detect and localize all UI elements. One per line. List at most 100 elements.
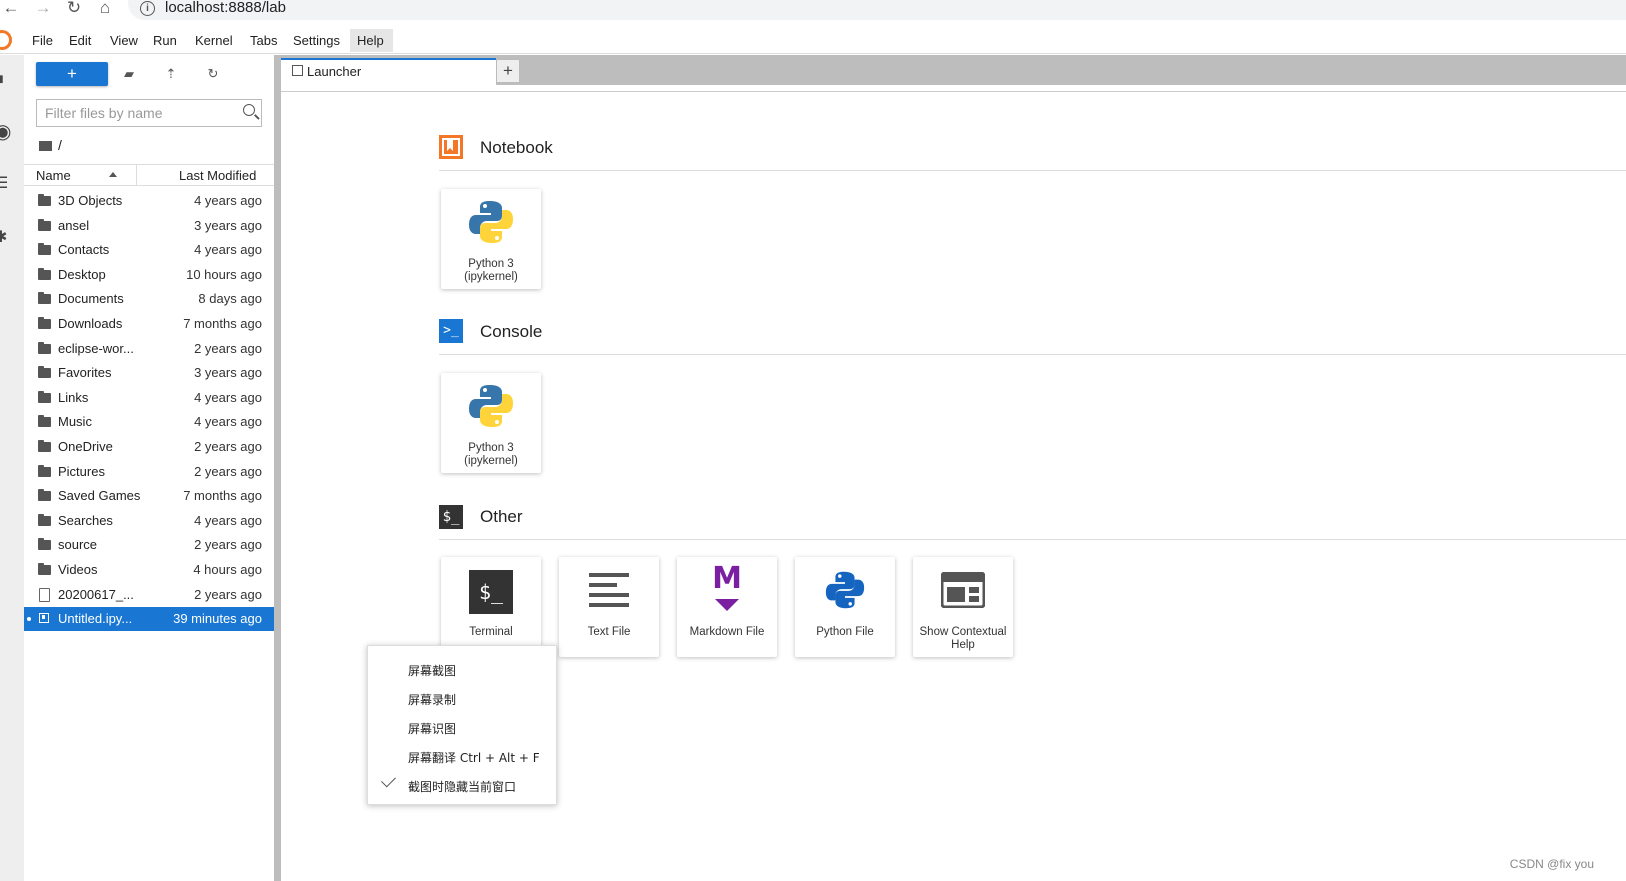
toc-icon[interactable]: ☰ (0, 176, 14, 192)
file-row[interactable]: Downloads 7 months ago (24, 312, 274, 336)
file-modified: 7 months ago (183, 488, 262, 504)
home-folder-icon[interactable] (39, 139, 52, 151)
file-row[interactable]: ansel 3 years ago (24, 214, 274, 238)
forward-icon[interactable]: → (32, 0, 54, 18)
card-label-line1: Show Contextual (919, 626, 1007, 638)
folder-icon (38, 194, 51, 206)
menu-settings[interactable]: Settings (290, 33, 343, 49)
file-row[interactable]: Searches 4 years ago (24, 509, 274, 533)
folder-icon (38, 440, 51, 452)
card-label-line2: Help (951, 639, 975, 651)
folder-icon (38, 390, 51, 403)
ctx-item-screen-record[interactable]: 屏幕录制 (408, 691, 456, 708)
other-section-title: Other (480, 507, 523, 526)
ctx-item-hide-window[interactable]: 截图时隐藏当前窗口 (408, 778, 516, 795)
menu-tabs[interactable]: Tabs (247, 33, 280, 49)
file-row[interactable]: Favorites 3 years ago (24, 361, 274, 385)
card-label-line2: (ipykernel) (464, 455, 518, 467)
new-folder-icon[interactable]: ▰ (120, 66, 138, 82)
menu-edit[interactable]: Edit (66, 33, 94, 49)
refresh-icon[interactable]: ↻ (204, 66, 222, 82)
filter-files-input[interactable] (45, 104, 235, 122)
file-modified: 39 minutes ago (173, 611, 262, 627)
file-row[interactable]: Videos 4 hours ago (24, 558, 274, 582)
notebook-section-divider (439, 170, 1626, 171)
folder-icon (38, 366, 51, 379)
menu-kernel[interactable]: Kernel (192, 33, 236, 49)
terminal-icon: $_ (469, 570, 513, 614)
launcher-tab-icon (292, 65, 303, 76)
tab-launcher-label[interactable]: Launcher (307, 64, 361, 79)
file-name: Pictures (58, 463, 105, 479)
file-modified: 4 years ago (194, 242, 262, 258)
file-name: 3D Objects (58, 193, 123, 208)
terminal-card[interactable]: $_ Terminal (441, 557, 541, 657)
context-menu: 屏幕截图 屏幕录制 屏幕识图 屏幕翻译 Ctrl + Alt + F 截图时隐藏… (367, 645, 557, 805)
new-launcher-button[interactable]: + (36, 62, 108, 86)
file-row[interactable]: source 2 years ago (24, 533, 274, 557)
menu-file[interactable]: File (29, 33, 56, 49)
file-row[interactable]: OneDrive 2 years ago (24, 435, 274, 459)
folder-icon (38, 267, 51, 280)
running-icon[interactable]: ◉ (0, 122, 14, 142)
folder-icon (38, 243, 51, 256)
file-name: Untitled.ipy... (58, 611, 133, 627)
file-row[interactable]: Documents 8 days ago (24, 287, 274, 311)
notebook-python3-card[interactable]: Python 3 (ipykernel) (441, 189, 541, 289)
folder-icon[interactable]: ■ (0, 72, 14, 88)
menu-view[interactable]: View (107, 33, 141, 49)
folder-icon (38, 563, 51, 575)
check-icon (381, 772, 396, 788)
python-file-card[interactable]: Python File (795, 557, 895, 657)
home-icon[interactable]: ⌂ (94, 0, 116, 18)
card-label-line2: (ipykernel) (464, 271, 518, 283)
add-tab-button[interactable]: + (496, 59, 520, 83)
file-name: 20200617_... (58, 586, 134, 602)
address-bar[interactable] (128, 0, 1626, 20)
menu-run[interactable]: Run (150, 33, 180, 49)
file-modified: 3 years ago (194, 365, 262, 381)
ctx-item-screen-translate[interactable]: 屏幕翻译 Ctrl + Alt + F (408, 749, 540, 766)
file-row[interactable]: 20200617_... 2 years ago (24, 583, 274, 607)
contextual-help-card[interactable]: Show Contextual Help (913, 557, 1013, 657)
launcher-divider (281, 91, 1626, 92)
panel-splitter[interactable] (274, 55, 281, 881)
markdown-file-card[interactable]: M Markdown File (677, 557, 777, 657)
file-name: Contacts (58, 242, 110, 258)
back-icon[interactable]: ← (0, 0, 22, 18)
text-file-card[interactable]: Text File (559, 557, 659, 657)
markdown-arrow-icon (715, 599, 739, 611)
file-row[interactable]: Saved Games 7 months ago (24, 484, 274, 508)
contextual-help-card-label: Show Contextual Help (913, 626, 1013, 652)
upload-icon[interactable]: ⇡ (162, 66, 180, 82)
file-row[interactable]: Untitled.ipy... 39 minutes ago (24, 607, 274, 632)
column-name-header[interactable]: Name (36, 168, 71, 183)
file-row[interactable]: Pictures 2 years ago (24, 460, 274, 484)
extension-icon[interactable]: ✱ (0, 230, 14, 246)
console-python3-card[interactable]: Python 3 (ipykernel) (441, 373, 541, 473)
file-row[interactable]: 3D Objects 4 years ago (24, 189, 274, 213)
folder-icon (38, 341, 51, 354)
file-modified: 4 hours ago (193, 562, 262, 577)
notebook-icon (39, 613, 49, 624)
ctx-item-screenshot[interactable]: 屏幕截图 (408, 662, 456, 679)
filter-files-field[interactable] (36, 99, 262, 127)
breadcrumb[interactable]: / (58, 137, 62, 153)
file-modified: 2 years ago (194, 439, 262, 454)
column-divider[interactable] (136, 164, 137, 186)
url-text[interactable]: localhost:8888/lab (165, 0, 286, 16)
file-row[interactable]: Desktop 10 hours ago (24, 263, 274, 287)
file-row[interactable]: eclipse-wor... 2 years ago (24, 337, 274, 361)
column-modified-header[interactable]: Last Modified (179, 168, 256, 183)
info-icon[interactable]: i (140, 1, 155, 16)
menu-help[interactable]: Help (354, 33, 387, 49)
file-row[interactable]: Contacts 4 years ago (24, 238, 274, 262)
watermark: CSDN @fix you (1509, 857, 1594, 871)
reload-icon[interactable]: ↻ (63, 0, 85, 18)
file-row[interactable]: Music 4 years ago (24, 410, 274, 434)
file-name: eclipse-wor... (58, 340, 134, 356)
file-name: Favorites (58, 365, 112, 381)
markdown-file-card-label: Markdown File (689, 626, 765, 638)
ctx-item-screen-recognize[interactable]: 屏幕识图 (408, 720, 456, 737)
file-row[interactable]: Links 4 years ago (24, 386, 274, 410)
